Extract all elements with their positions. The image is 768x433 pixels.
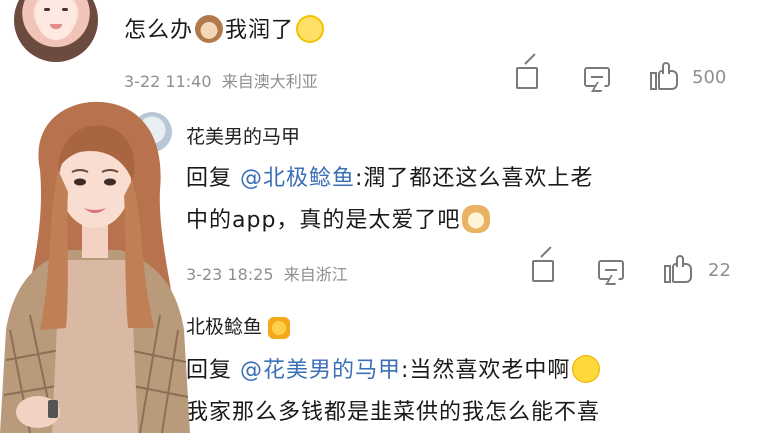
person-photo-overlay xyxy=(0,101,190,433)
comment-meta: 3-22 11:40 来自澳大利亚 xyxy=(124,68,318,92)
comment-icon[interactable] xyxy=(584,67,610,87)
sun-face-emoji-icon xyxy=(296,15,325,43)
reply-author-name[interactable]: 北极鲶鱼 xyxy=(186,312,292,339)
reply-meta: 3-23 18:25 来自浙江 xyxy=(186,261,348,285)
see-no-evil-monkey-emoji-icon xyxy=(195,15,224,43)
mention-link[interactable]: @花美男的马甲 xyxy=(240,358,401,383)
comment-text: 怎么办 我润了 xyxy=(124,12,326,44)
dog-emoji-icon xyxy=(462,205,491,233)
mention-link[interactable]: @北极鲶鱼 xyxy=(240,166,355,191)
thumbs-up-icon[interactable] xyxy=(650,62,680,90)
comment-date: 3-22 11:40 xyxy=(124,72,212,91)
reply-text-line1: 回复 @花美男的马甲:当然喜欢老中啊 xyxy=(186,352,602,384)
laughing-emoji-icon xyxy=(572,355,601,383)
reply-text-line2: 我家那么多钱都是韭菜供的我怎么能不喜 xyxy=(186,400,601,425)
reply-date: 3-23 18:25 xyxy=(186,265,274,284)
reply-author-name[interactable]: 花美男的马甲 xyxy=(186,122,300,149)
reply-location: 来自浙江 xyxy=(283,265,348,284)
reply-text-line1: 回复 @北极鲶鱼:潤了都还这么喜欢上老 xyxy=(186,166,594,191)
thumbs-up-icon[interactable] xyxy=(664,255,694,283)
reply-text-line2: 中的app，真的是太爱了吧 xyxy=(186,202,492,234)
like-count: 22 xyxy=(708,260,731,281)
comment-location: 来自澳大利亚 xyxy=(221,72,318,91)
share-icon[interactable] xyxy=(516,67,538,89)
share-icon[interactable] xyxy=(532,260,554,282)
like-count: 500 xyxy=(692,67,727,88)
badge-icon xyxy=(268,317,291,339)
comment-icon[interactable] xyxy=(598,260,624,280)
commenter-avatar[interactable] xyxy=(14,0,98,62)
